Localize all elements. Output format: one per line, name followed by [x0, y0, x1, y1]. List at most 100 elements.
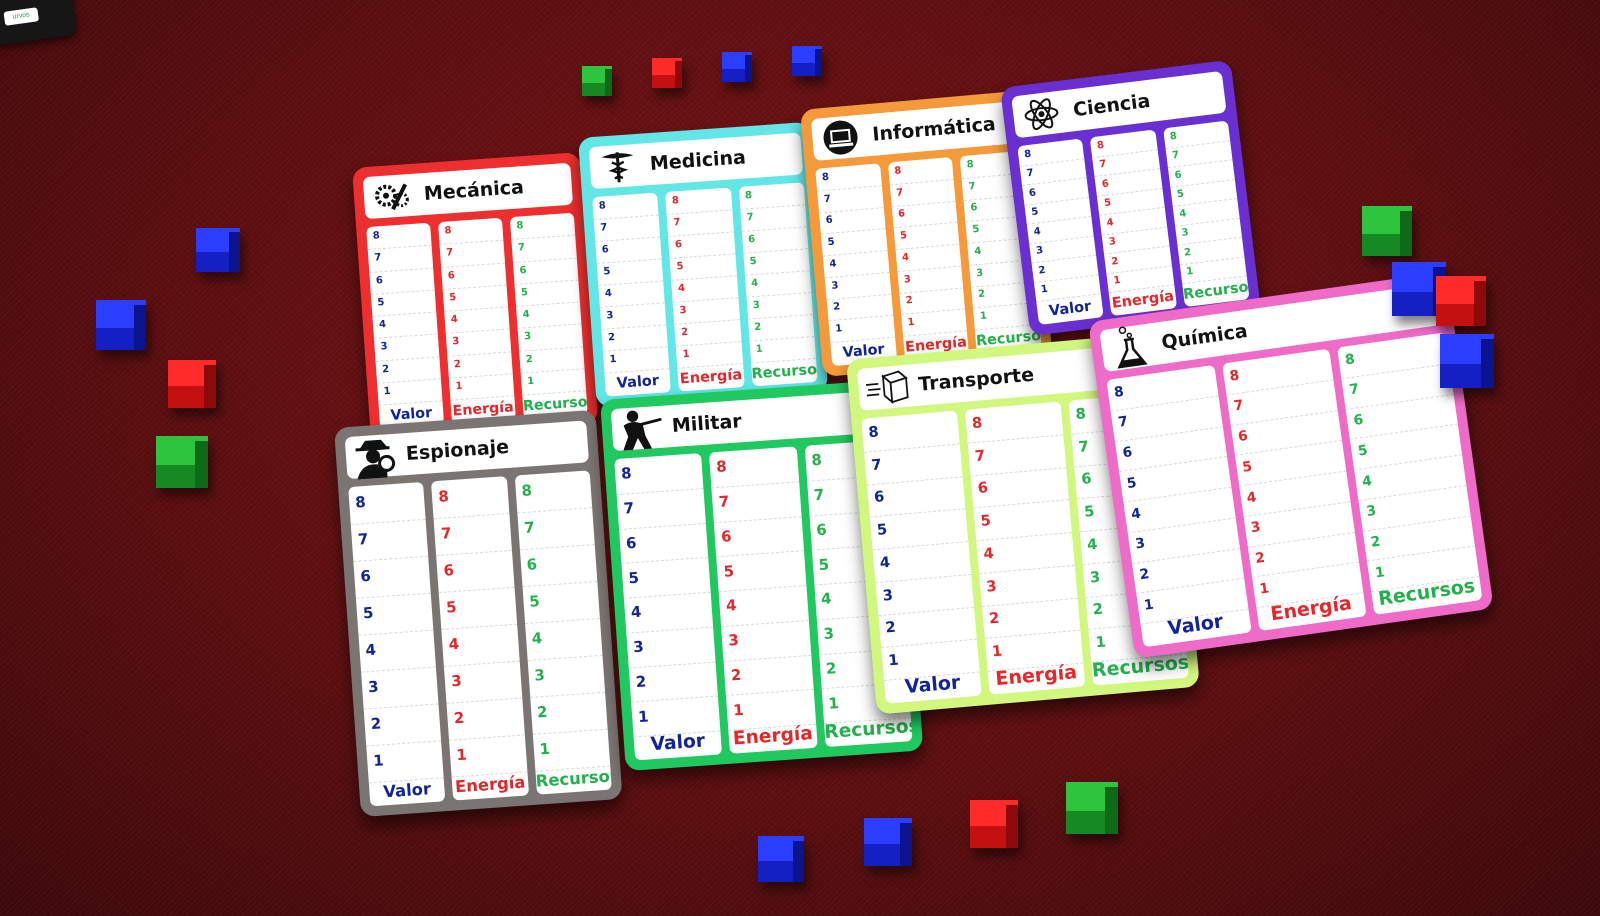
slot-number: 5 — [603, 266, 611, 278]
slot-number: 2 — [536, 702, 549, 722]
slot-number: 6 — [519, 264, 527, 277]
track-slot[interactable]: 1 — [749, 335, 816, 364]
energia-column[interactable]: 8 7 6 5 4 3 2 1 Energía — [887, 156, 970, 360]
energia-column[interactable]: 8 7 6 5 4 3 2 1 Energía — [1090, 129, 1177, 317]
slot-number: 4 — [378, 319, 387, 331]
slot-number: 4 — [1130, 505, 1142, 523]
slot-number: 2 — [370, 714, 382, 733]
slot-number: 3 — [1089, 568, 1101, 587]
slot-number: 2 — [1254, 549, 1266, 567]
slot-number: 6 — [720, 526, 733, 546]
slot-number: 7 — [517, 242, 526, 254]
slot-number: 2 — [525, 353, 534, 365]
valor-column[interactable]: 8 7 6 5 4 3 2 1 Valor — [348, 481, 446, 807]
recursos-column[interactable]: 8 7 6 5 4 3 2 1 Recursos — [509, 212, 588, 419]
valor-column[interactable]: 8 7 6 5 4 3 2 1 Valor — [366, 222, 445, 429]
track-slot[interactable]: 1 — [602, 346, 670, 374]
blue-cube-token[interactable] — [792, 46, 822, 76]
skill-card-2[interactable]: Medicina 8 7 6 5 4 3 2 1 Valor 8 7 6 5 4 3 2 1 Energía 8 7 6 5… — [578, 121, 829, 408]
blue-cube-token[interactable] — [196, 228, 240, 272]
slot-number: 7 — [1077, 437, 1090, 456]
slot-number: 2 — [453, 708, 465, 727]
column-label: Valor — [382, 779, 432, 802]
slot-number: 8 — [520, 481, 533, 500]
recursos-column[interactable]: 8 7 6 5 4 3 2 1 Recursos — [738, 182, 818, 387]
green-cube-token[interactable] — [1066, 782, 1118, 834]
slot-number: 4 — [522, 308, 531, 321]
slot-number: 4 — [450, 314, 459, 326]
slot-number: 3 — [632, 637, 645, 657]
slot-number: 4 — [750, 277, 759, 290]
slot-number: 2 — [381, 363, 390, 375]
slot-number: 1 — [1142, 596, 1155, 614]
card-header: Medicina — [588, 132, 804, 190]
track-slot[interactable]: 1 — [449, 734, 528, 778]
track-slot[interactable]: 1 — [532, 728, 611, 772]
red-cube-token[interactable] — [970, 800, 1018, 848]
valor-column[interactable]: 8 7 6 5 4 3 2 1 Valor — [614, 453, 723, 761]
red-cube-token[interactable] — [1436, 276, 1486, 326]
recursos-column[interactable]: 8 7 6 5 4 3 2 1 Recursos — [1162, 120, 1250, 308]
track-slot[interactable]: 1 — [377, 378, 443, 406]
slot-number: 7 — [1171, 149, 1180, 162]
slot-number: 4 — [725, 596, 738, 615]
game-board: Mecánica 8 7 6 5 4 3 2 1 Valor 8 7 6 5 4 3 2 1 Energía 8 7 6 5… — [0, 0, 1600, 916]
valor-column[interactable]: 8 7 6 5 4 3 2 1 Valor — [592, 192, 672, 397]
skill-card-5[interactable]: Espionaje 8 7 6 5 4 3 2 1 Valor 8 7 6 5 4 3 2 1 Energía 8 7 6… — [334, 409, 623, 818]
green-cube-token[interactable] — [1362, 206, 1412, 256]
slot-number: 7 — [1025, 167, 1035, 180]
slot-number: 5 — [827, 236, 836, 249]
recursos-column[interactable]: 8 7 6 5 4 3 2 1 Recursos — [514, 470, 612, 795]
slot-number: 4 — [364, 640, 377, 659]
slot-number: 8 — [1074, 405, 1087, 424]
slot-number: 2 — [905, 295, 914, 307]
track-slot[interactable]: 1 — [676, 341, 743, 369]
slot-number: 5 — [1241, 458, 1254, 476]
slot-number: 1 — [827, 693, 840, 713]
slot-number: 1 — [1373, 564, 1386, 582]
track-slot[interactable]: 1 — [828, 314, 895, 344]
slot-number: 3 — [1108, 236, 1117, 248]
slot-number: 5 — [979, 512, 992, 530]
skill-card-1[interactable]: Mecánica 8 7 6 5 4 3 2 1 Valor 8 7 6 5 4 3 2 1 Energía 8 7 6 5… — [352, 152, 599, 440]
slot-number: 5 — [971, 223, 980, 236]
slot-number: 5 — [377, 296, 385, 309]
slot-number: 6 — [526, 554, 538, 574]
track-slot[interactable]: 1 — [900, 308, 968, 337]
track-slot[interactable]: 1 — [520, 368, 587, 396]
track-slot[interactable]: 1 — [448, 373, 515, 401]
red-cube-token[interactable] — [168, 360, 216, 408]
valor-column[interactable]: 8 7 6 5 4 3 2 1 Valor — [861, 410, 982, 704]
valor-column[interactable]: 8 7 6 5 4 3 2 1 Valor — [1017, 138, 1105, 325]
valor-column[interactable]: 8 7 6 5 4 3 2 1 Valor — [815, 163, 897, 367]
energia-column[interactable]: 8 7 6 5 4 3 2 1 Energía — [431, 476, 529, 801]
blue-cube-token[interactable] — [864, 818, 912, 866]
blue-cube-token[interactable] — [758, 836, 804, 882]
red-cube-token[interactable] — [652, 58, 682, 88]
slot-number: 4 — [1361, 472, 1373, 490]
blue-cube-token[interactable] — [96, 300, 146, 350]
slot-number: 3 — [903, 273, 912, 286]
green-cube-token[interactable] — [582, 66, 612, 96]
energia-column[interactable]: 8 7 6 5 4 3 2 1 Energía — [665, 187, 745, 392]
slot-number: 3 — [523, 331, 532, 343]
green-cube-token[interactable] — [156, 436, 208, 488]
energia-column[interactable]: 8 7 6 5 4 3 2 1 Energía — [964, 401, 1086, 695]
slot-number: 2 — [1037, 264, 1047, 277]
slot-number: 1 — [907, 316, 916, 329]
slot-number: 8 — [715, 457, 728, 477]
blue-cube-token[interactable] — [1440, 334, 1494, 388]
slot-number: 1 — [979, 310, 988, 323]
skill-card-8[interactable]: Química 8 7 6 5 4 3 2 1 Valor 8 7 6 5 4 3 2 1 Energía 8 7 6 5 4… — [1088, 271, 1494, 659]
skill-card-4[interactable]: Ciencia 8 7 6 5 4 3 2 1 Valor 8 7 6 5 4 3 2 1 Energía 8 7 6 5 4… — [1000, 59, 1261, 337]
slot-number: 5 — [627, 568, 640, 587]
track-slot[interactable]: 1 — [366, 740, 445, 784]
energia-column[interactable]: 8 7 6 5 4 3 2 1 Energía — [437, 217, 516, 424]
slot-number: 3 — [822, 624, 835, 643]
column-label: Energía — [454, 772, 526, 797]
slot-number: 5 — [899, 230, 908, 242]
slot-number: 8 — [1228, 367, 1241, 385]
energia-column[interactable]: 8 7 6 5 4 3 2 1 Energía — [709, 446, 818, 754]
blue-cube-token[interactable] — [722, 52, 752, 82]
slot-number: 6 — [970, 202, 978, 214]
